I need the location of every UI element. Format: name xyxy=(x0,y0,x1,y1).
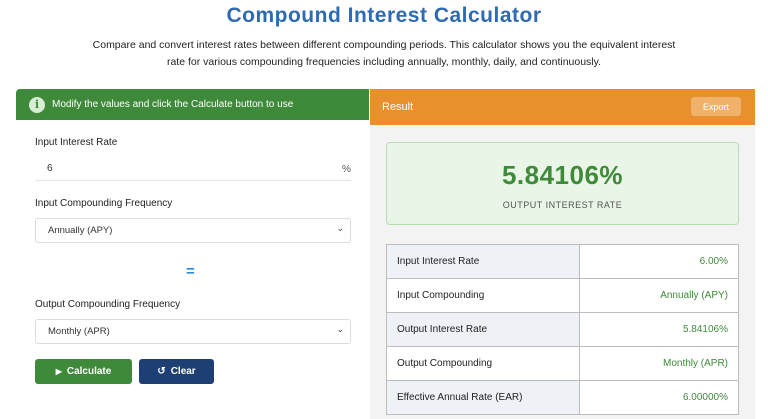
input-rate-label: Input Interest Rate xyxy=(35,137,118,148)
row-value: 5.84106% xyxy=(579,312,739,347)
calculate-label: Calculate xyxy=(66,366,112,377)
refresh-icon: ↺ xyxy=(157,366,166,377)
result-title: Result xyxy=(382,101,414,113)
results-table: Input Interest Rate 6.00% Input Compound… xyxy=(386,244,739,415)
info-icon: i xyxy=(29,96,45,113)
row-value: Monthly (APR) xyxy=(579,346,739,381)
equals-sign: = xyxy=(186,263,195,280)
row-label: Input Interest Rate xyxy=(386,244,580,279)
input-rate-field[interactable]: 6 xyxy=(35,157,351,181)
chevron-updown-icon: ⌄ xyxy=(336,223,344,233)
result-summary-card: 5.84106% OUTPUT INTEREST RATE xyxy=(386,142,739,225)
table-row: Output Compounding Monthly (APR) xyxy=(386,346,739,381)
row-value: Annually (APY) xyxy=(579,278,739,313)
row-value: 6.00000% xyxy=(579,380,739,415)
page-description: Compare and convert interest rates betwe… xyxy=(92,39,676,68)
output-frequency-label: Output Compounding Frequency xyxy=(35,299,181,310)
table-row: Input Interest Rate 6.00% xyxy=(386,244,739,279)
page-title: Compound Interest Calculator xyxy=(226,4,542,27)
result-value: 5.84106% xyxy=(501,160,624,190)
play-icon: ▶ xyxy=(55,367,62,376)
calculate-button[interactable]: ▶ Calculate xyxy=(35,359,132,384)
row-label: Output Compounding xyxy=(386,346,580,381)
input-frequency-label: Input Compounding Frequency xyxy=(35,198,173,209)
percent-unit: % xyxy=(342,164,351,175)
export-button[interactable]: Export xyxy=(691,97,741,116)
info-text: Modify the values and click the Calculat… xyxy=(52,99,294,110)
row-label: Output Interest Rate xyxy=(386,312,580,347)
clear-button[interactable]: ↺ Clear xyxy=(139,359,214,384)
row-value: 6.00% xyxy=(579,244,739,279)
table-row: Output Interest Rate 5.84106% xyxy=(386,312,739,347)
chevron-updown-icon: ⌄ xyxy=(336,324,344,334)
calculator-form: i Modify the values and click the Calcul… xyxy=(16,89,369,419)
result-panel: Result Export 5.84106% OUTPUT INTEREST R… xyxy=(370,89,755,419)
row-label: Effective Annual Rate (EAR) xyxy=(386,380,580,415)
output-frequency-value: Monthly (APR) xyxy=(48,326,110,337)
input-rate-value: 6 xyxy=(47,163,53,174)
clear-label: Clear xyxy=(170,366,196,377)
input-frequency-select[interactable]: Annually (APY) ⌄ xyxy=(35,218,351,243)
output-frequency-select[interactable]: Monthly (APR) ⌄ xyxy=(35,319,351,344)
result-header: Result Export xyxy=(370,89,755,125)
table-row: Input Compounding Annually (APY) xyxy=(386,278,739,313)
result-caption: OUTPUT INTEREST RATE xyxy=(502,200,623,210)
info-bar: i Modify the values and click the Calcul… xyxy=(16,89,369,120)
row-label: Input Compounding xyxy=(386,278,580,313)
input-frequency-value: Annually (APY) xyxy=(48,225,113,236)
table-row: Effective Annual Rate (EAR) 6.00000% xyxy=(386,380,739,415)
